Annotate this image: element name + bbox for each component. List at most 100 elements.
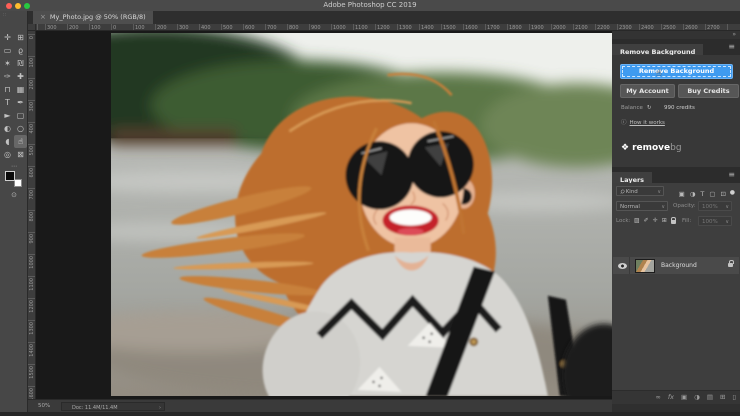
quick-mask-icon[interactable]: ⊙	[0, 191, 28, 199]
foreground-color-swatch[interactable]	[5, 171, 15, 181]
clone-stamp-tool[interactable]: ⊓	[1, 83, 14, 96]
smudge-tool[interactable]: ◖	[1, 135, 14, 148]
balance-label: Balance↻	[621, 105, 652, 111]
refresh-balance-icon[interactable]: ↻	[647, 105, 652, 111]
layer-row-background[interactable]: Background	[613, 257, 739, 274]
ruler-h-label: 1300	[399, 25, 412, 31]
move-tool[interactable]: ✛	[1, 31, 14, 44]
my-account-button[interactable]: My Account	[620, 84, 675, 98]
delete-layer-icon[interactable]: ▯	[732, 393, 736, 401]
close-tab-icon[interactable]: ×	[40, 13, 46, 21]
ruler-v-label: 1400	[29, 344, 35, 357]
type-tool[interactable]: T	[1, 96, 14, 109]
edit-toolbar-icon[interactable]: ⋯	[0, 163, 28, 170]
filter-smart-objects-icon[interactable]: ⊡	[721, 189, 726, 199]
new-layer-icon[interactable]: ⊞	[720, 393, 725, 401]
ruler-v-label: 1500	[29, 366, 35, 379]
ruler-h-label: 2200	[597, 25, 610, 31]
layer-effects-icon[interactable]: fx	[668, 393, 674, 401]
opacity-select[interactable]: 100% ∨	[698, 201, 732, 211]
filter-type-layers-icon[interactable]: T	[700, 189, 704, 199]
panel-menu-icon[interactable]: ≡	[728, 39, 735, 55]
color-swatches[interactable]	[5, 171, 22, 187]
eye-icon[interactable]	[618, 263, 627, 269]
fill-select[interactable]: 100% ∨	[698, 216, 732, 226]
path-selection-tool[interactable]: ►	[1, 109, 14, 122]
healing-brush-tool[interactable]: ✚	[14, 70, 27, 83]
gradient-tool[interactable]: ▦	[14, 83, 27, 96]
frame-tool[interactable]: ⊞	[14, 31, 27, 44]
screen-mode-tool[interactable]: ⊠	[14, 148, 27, 161]
crop-tool[interactable]: ₪	[14, 57, 27, 70]
dodge-tool[interactable]: ◐	[1, 122, 14, 135]
document-size-field[interactable]: Doc: 11.4M/11.4M ›	[61, 402, 165, 411]
filter-type-icons: ▣ ◑ T ▢ ⊡	[679, 189, 726, 199]
photo-document[interactable]	[111, 33, 612, 396]
chevron-down-icon: ∨	[725, 218, 729, 227]
ruler-corner	[28, 24, 36, 31]
ruler-h-label: 2000	[553, 25, 566, 31]
collapse-panels-icon[interactable]: »	[732, 31, 736, 38]
quick-selection-tool[interactable]: ✶	[1, 57, 14, 70]
ruler-v-label: 300	[29, 102, 35, 112]
ruler-v-label: 400	[29, 124, 35, 134]
layer-thumbnail[interactable]	[635, 259, 655, 273]
filter-shape-layers-icon[interactable]: ▢	[709, 189, 715, 199]
lock-label: Lock:	[616, 218, 630, 224]
filter-kind-select[interactable]: Ϙ Kind ∨	[616, 186, 664, 196]
filter-pixel-layers-icon[interactable]: ▣	[679, 189, 685, 199]
ruler-h-label: 200	[157, 25, 167, 31]
link-layers-icon[interactable]: ∞	[655, 393, 660, 401]
document-tab-bar: × My_Photo.jpg @ 50% (RGB/8)	[28, 11, 740, 24]
pen-tool[interactable]: ✒	[14, 96, 27, 109]
ruler-h-label: 200	[69, 25, 79, 31]
panel-dock: » Remove Background ≡ Remove Background …	[612, 31, 740, 412]
lock-position-icon[interactable]: ✛	[653, 217, 658, 224]
ellipse-tool[interactable]: ○	[14, 122, 27, 135]
layer-mask-icon[interactable]: ▣	[681, 393, 687, 401]
document-tab[interactable]: × My_Photo.jpg @ 50% (RGB/8)	[33, 11, 153, 24]
marquee-tool[interactable]: ▭	[1, 44, 14, 57]
photo-image	[111, 33, 612, 396]
chevron-down-icon: ∨	[725, 203, 729, 212]
lock-transparency-icon[interactable]: ▨	[634, 217, 640, 224]
toolbar-grip-icon[interactable]: ∷	[3, 12, 6, 18]
lock-pixels-icon[interactable]: ✐	[644, 217, 649, 224]
ruler-h-label: 1200	[377, 25, 390, 31]
adjustment-layer-icon[interactable]: ◑	[694, 393, 700, 401]
remove-background-panel: Remove Background ☝ My Account Buy Credi…	[612, 55, 740, 168]
background-color-swatch[interactable]	[14, 179, 22, 187]
ruler-v-label: 500	[29, 146, 35, 156]
layer-lock-icon	[728, 263, 733, 267]
layers-menu-icon[interactable]: ≡	[728, 167, 735, 183]
visibility-cell[interactable]	[613, 257, 630, 274]
canvas-area[interactable]	[36, 31, 612, 399]
lock-artboard-icon[interactable]: ⊞	[662, 217, 667, 224]
ruler-h-label: 2100	[575, 25, 588, 31]
status-menu-arrow-icon[interactable]: ›	[159, 404, 161, 412]
hand-tool[interactable]: ☝	[14, 135, 27, 148]
eyedropper-tool[interactable]: ✑	[1, 70, 14, 83]
buy-credits-button[interactable]: Buy Credits	[678, 84, 739, 98]
lasso-tool[interactable]: ϱ	[14, 44, 27, 57]
ruler-v-label: 1100	[29, 278, 35, 291]
document-tab-label: My_Photo.jpg @ 50% (RGB/8)	[50, 13, 146, 21]
filter-toggle-icon[interactable]: ●	[730, 189, 735, 196]
layer-group-icon[interactable]: ▤	[707, 393, 713, 401]
title-bar[interactable]: Adobe Photoshop CC 2019	[0, 0, 740, 11]
window-bottom-edge	[0, 412, 740, 416]
blend-mode-row: Normal ∨ Opacity: 100% ∨	[612, 201, 740, 213]
shape-tool[interactable]: ▢	[14, 109, 27, 122]
lock-icons: ▨ ✐ ✛ ⊞	[634, 217, 676, 224]
how-it-works-link[interactable]: How it works	[630, 120, 665, 126]
remove-background-button[interactable]: Remove Background	[620, 64, 733, 79]
ruler-horizontal[interactable]: 3002001000100200300400500600700800900100…	[28, 24, 740, 31]
ruler-v-label: 800	[29, 212, 35, 222]
filter-adjustment-layers-icon[interactable]: ◑	[690, 189, 696, 199]
zoom-tool[interactable]: ◎	[1, 148, 14, 161]
ruler-vertical[interactable]: 0100200300400500600700800900100011001200…	[28, 31, 36, 399]
ruler-h-label: 700	[267, 25, 277, 31]
blend-mode-select[interactable]: Normal ∨	[616, 201, 668, 211]
opacity-label: Opacity:	[673, 203, 696, 209]
lock-all-icon[interactable]	[671, 220, 676, 224]
